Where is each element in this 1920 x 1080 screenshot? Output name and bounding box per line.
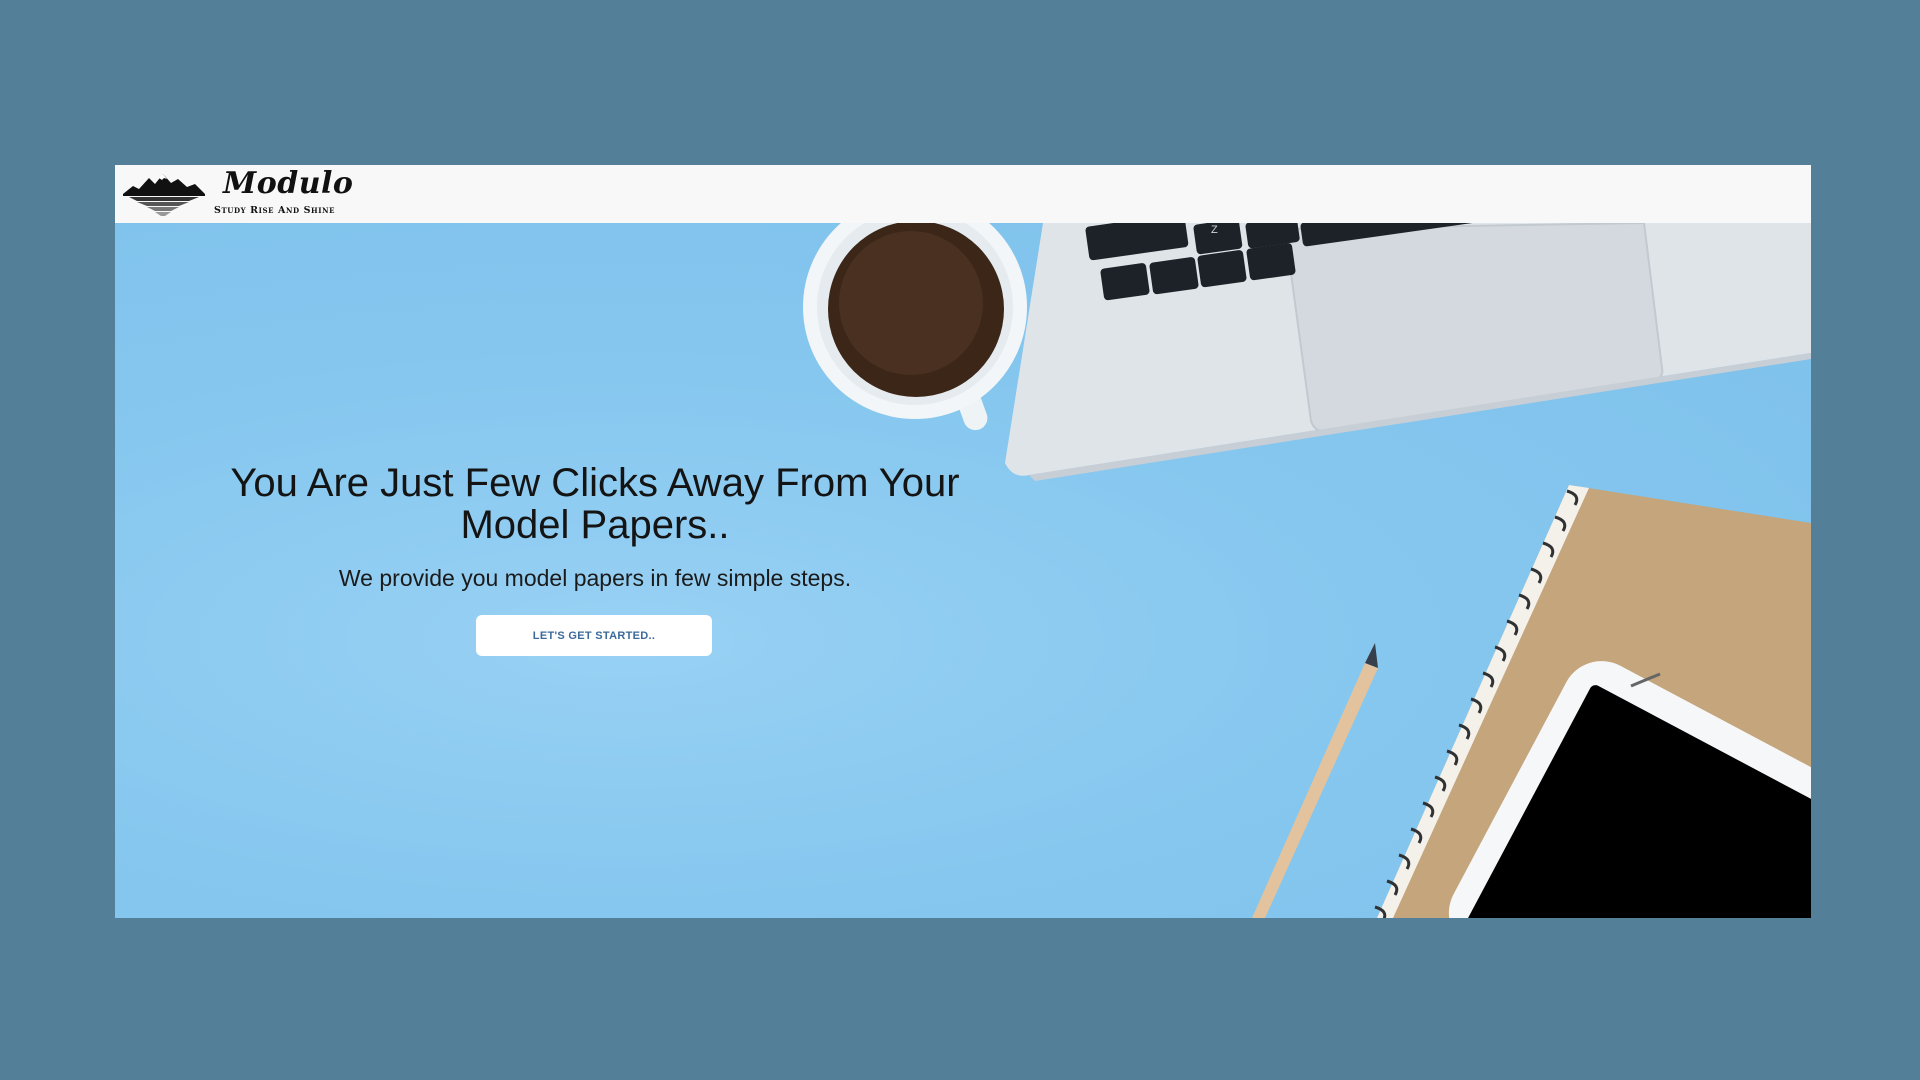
get-started-button[interactable]: LET'S GET STARTED.. (476, 615, 712, 656)
pencil-illustration (1252, 643, 1378, 918)
brand-name: Modulo (223, 166, 354, 201)
app-frame: Modulo Study Rise And Shine Z You Are Ju… (115, 165, 1811, 918)
navbar: Modulo Study Rise And Shine (115, 165, 1811, 223)
coffee-cup-illustration (803, 223, 1027, 431)
hero-subtitle: We provide you model papers in few simpl… (338, 565, 852, 591)
keyboard-key-label: Z (1211, 224, 1218, 236)
hero-title: You Are Just Few Clicks Away From Your M… (230, 461, 960, 547)
mountain-logo-icon (123, 174, 205, 216)
brand-tagline: Study Rise And Shine (214, 205, 336, 216)
laptop-illustration: Z (1005, 223, 1811, 481)
